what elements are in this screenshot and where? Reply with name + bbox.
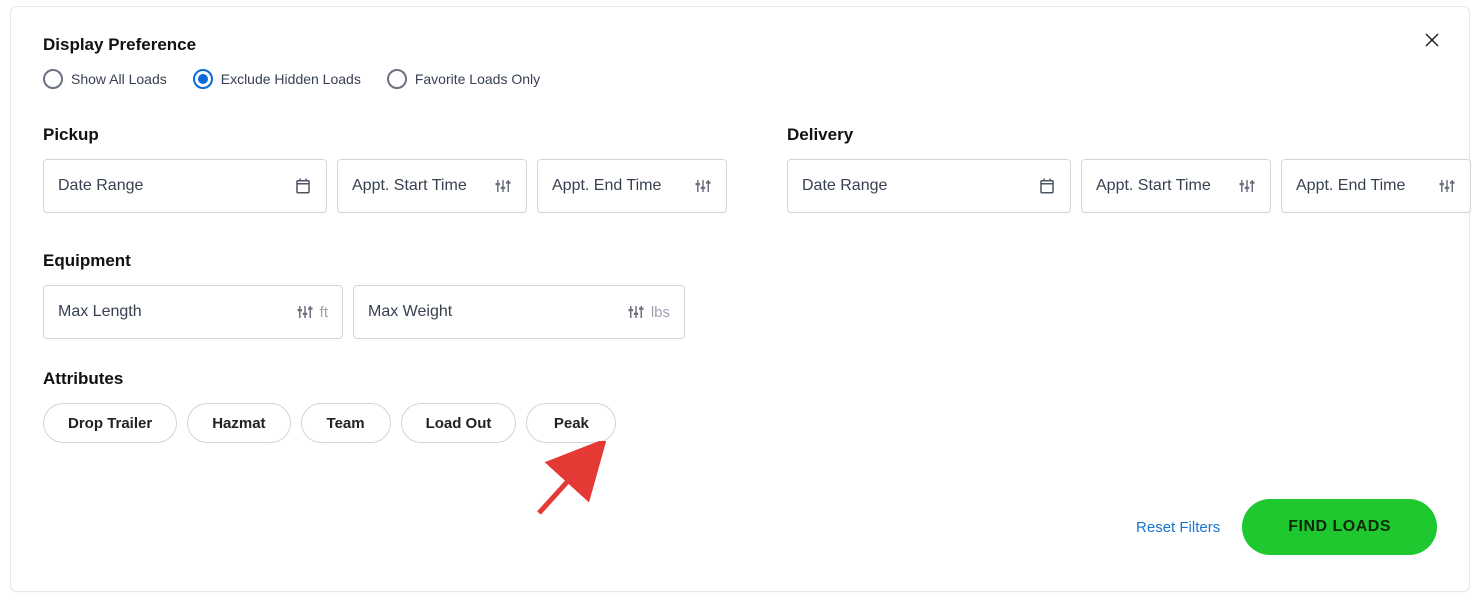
attributes-section: Attributes Drop Trailer Hazmat Team Load… [43, 369, 1437, 443]
pickup-title: Pickup [43, 125, 727, 145]
chip-hazmat[interactable]: Hazmat [187, 403, 290, 443]
delivery-title: Delivery [787, 125, 1471, 145]
delivery-end-time-input[interactable]: Appt. End Time [1281, 159, 1471, 213]
field-placeholder: Appt. Start Time [352, 177, 494, 195]
equipment-section: Equipment Max Length ft Max Weight lbs [43, 251, 1437, 339]
chip-peak[interactable]: Peak [526, 403, 616, 443]
pickup-date-range-input[interactable]: Date Range [43, 159, 327, 213]
pickup-section: Pickup Date Range Appt. Start Time Appt.… [43, 125, 727, 213]
slider-icon [1238, 177, 1256, 195]
delivery-date-range-input[interactable]: Date Range [787, 159, 1071, 213]
calendar-icon [294, 177, 312, 195]
field-placeholder: Date Range [802, 177, 1038, 195]
radio-icon [193, 69, 213, 89]
unit-label: ft [320, 304, 328, 321]
field-placeholder: Appt. End Time [552, 177, 694, 195]
radio-exclude-hidden-loads[interactable]: Exclude Hidden Loads [193, 69, 361, 89]
radio-label: Favorite Loads Only [415, 71, 540, 87]
filter-panel: Display Preference Show All Loads Exclud… [10, 6, 1470, 592]
radio-icon [387, 69, 407, 89]
footer-actions: Reset Filters FIND LOADS [43, 499, 1437, 555]
display-preference-radio-group: Show All Loads Exclude Hidden Loads Favo… [43, 69, 1437, 89]
radio-favorite-loads-only[interactable]: Favorite Loads Only [387, 69, 540, 89]
field-placeholder: Max Length [58, 303, 296, 321]
display-preference-title: Display Preference [43, 35, 1437, 55]
radio-label: Show All Loads [71, 71, 167, 87]
radio-icon [43, 69, 63, 89]
field-placeholder: Date Range [58, 177, 294, 195]
radio-label: Exclude Hidden Loads [221, 71, 361, 87]
calendar-icon [1038, 177, 1056, 195]
close-button[interactable] [1423, 31, 1441, 54]
slider-icon [694, 177, 712, 195]
unit-label: lbs [651, 304, 670, 321]
field-placeholder: Appt. End Time [1296, 177, 1438, 195]
field-placeholder: Max Weight [368, 303, 627, 321]
chip-drop-trailer[interactable]: Drop Trailer [43, 403, 177, 443]
slider-icon [494, 177, 512, 195]
slider-icon [296, 303, 314, 321]
display-preference-section: Display Preference Show All Loads Exclud… [43, 35, 1437, 89]
max-weight-input[interactable]: Max Weight lbs [353, 285, 685, 339]
pickup-start-time-input[interactable]: Appt. Start Time [337, 159, 527, 213]
field-placeholder: Appt. Start Time [1096, 177, 1238, 195]
equipment-title: Equipment [43, 251, 1437, 271]
reset-filters-link[interactable]: Reset Filters [1136, 519, 1220, 536]
slider-icon [627, 303, 645, 321]
chip-load-out[interactable]: Load Out [401, 403, 517, 443]
max-length-input[interactable]: Max Length ft [43, 285, 343, 339]
find-loads-button[interactable]: FIND LOADS [1242, 499, 1437, 555]
radio-show-all-loads[interactable]: Show All Loads [43, 69, 167, 89]
delivery-start-time-input[interactable]: Appt. Start Time [1081, 159, 1271, 213]
pickup-delivery-row: Pickup Date Range Appt. Start Time Appt.… [43, 125, 1437, 213]
delivery-section: Delivery Date Range Appt. Start Time App… [787, 125, 1471, 213]
close-icon [1423, 31, 1441, 49]
pickup-end-time-input[interactable]: Appt. End Time [537, 159, 727, 213]
slider-icon [1438, 177, 1456, 195]
chip-team[interactable]: Team [301, 403, 391, 443]
attributes-title: Attributes [43, 369, 1437, 389]
